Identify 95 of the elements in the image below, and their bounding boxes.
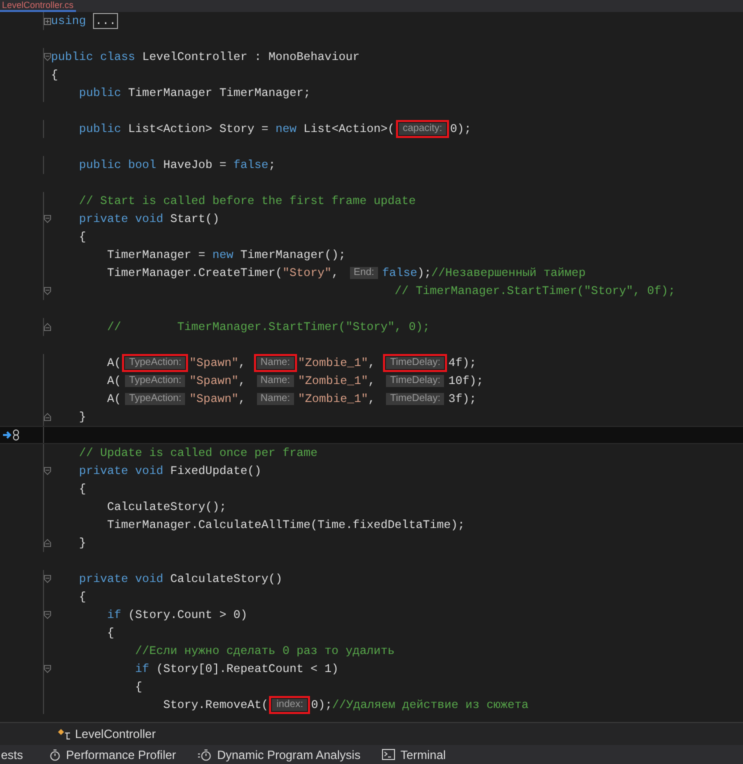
code-comment: // TimerManager.StartTimer("Story", 0); xyxy=(106,319,430,336)
string-literal: "Story" xyxy=(282,265,332,282)
code-text: , xyxy=(368,373,376,390)
code-text: , xyxy=(332,265,340,282)
code-text: , xyxy=(238,373,247,390)
code-keyword: class xyxy=(99,49,136,66)
code-text: ; xyxy=(268,157,276,174)
code-text: TimerManager TimerManager; xyxy=(127,85,311,102)
code-keyword: false xyxy=(382,265,418,282)
code-text: 0); xyxy=(311,697,332,714)
code-text: List<Action>( xyxy=(302,121,395,138)
parameter-hint: index: xyxy=(269,696,310,714)
code-text: , xyxy=(238,355,247,372)
string-literal: "Spawn" xyxy=(189,391,239,408)
code-text: { xyxy=(106,625,114,642)
code-keyword: public xyxy=(51,49,94,66)
execution-pointer-icon xyxy=(3,429,21,441)
code-text: , xyxy=(368,355,376,372)
parameter-hint: Name: xyxy=(254,354,297,372)
code-keyword: public xyxy=(78,121,122,138)
code-text: TimerManager = xyxy=(106,247,206,264)
code-comment: // Update is called once per frame xyxy=(78,445,318,462)
breadcrumb-item[interactable]: LevelController xyxy=(75,725,156,743)
code-keyword: if xyxy=(134,661,150,678)
code-keyword: using xyxy=(51,13,86,30)
expand-icon[interactable] xyxy=(44,16,51,26)
code-text: } xyxy=(78,409,86,426)
code-text: 10f); xyxy=(448,373,484,390)
code-comment: //Удаляем действие из сюжета xyxy=(332,697,529,714)
file-tab[interactable]: LevelController.cs xyxy=(0,0,76,12)
code-text: LevelController : MonoBehaviour xyxy=(141,49,360,66)
tool-window-tab[interactable]: Dynamic Program Analysis xyxy=(198,745,360,764)
parameter-hint: TimeDelay: xyxy=(383,354,448,372)
code-text: FixedUpdate() xyxy=(169,463,262,480)
string-literal: "Zombie_1" xyxy=(298,373,368,390)
code-text: Story.RemoveAt( xyxy=(162,697,268,714)
code-text: 0); xyxy=(450,121,472,138)
stopwatch-icon xyxy=(198,748,212,760)
code-text: } xyxy=(78,535,86,552)
code-text: { xyxy=(78,481,86,498)
code-keyword: new xyxy=(275,121,296,138)
class-icon xyxy=(57,728,71,740)
code-text: CalculateStory(); xyxy=(106,499,226,516)
code-keyword: private void xyxy=(78,571,164,588)
tool-window-tab[interactable]: ests xyxy=(1,745,24,764)
code-text: { xyxy=(78,229,86,246)
string-literal: "Zombie_1" xyxy=(298,391,368,408)
collapse-icon[interactable] xyxy=(44,52,51,62)
code-text: HaveJob = xyxy=(162,157,228,174)
code-comment: //Незавершенный таймер xyxy=(431,265,586,282)
code-text: ); xyxy=(417,265,432,282)
tool-window-tab[interactable]: Terminal xyxy=(382,745,446,764)
code-keyword: public xyxy=(78,85,122,102)
string-literal: "Spawn" xyxy=(189,355,239,372)
code-text: A( xyxy=(106,373,122,390)
collapse-icon[interactable] xyxy=(44,574,51,584)
code-text: Start() xyxy=(169,211,220,228)
collapsed-region[interactable]: ... xyxy=(93,13,118,29)
code-keyword: private void xyxy=(78,211,164,228)
tool-window-tab[interactable]: Performance Profiler xyxy=(49,745,176,764)
code-text: { xyxy=(51,67,58,84)
code-comment: // TimerManager.StartTimer("Story", 0f); xyxy=(394,283,676,300)
terminal-icon xyxy=(382,749,396,760)
stopwatch-icon xyxy=(49,748,62,760)
collapse-icon[interactable] xyxy=(44,214,51,224)
code-text: A( xyxy=(106,355,122,372)
code-text: (Story.Count > 0) xyxy=(127,607,248,624)
code-keyword: new xyxy=(212,247,234,264)
collapse-icon[interactable] xyxy=(44,664,51,674)
parameter-hint: capacity: xyxy=(396,120,450,138)
parameter-hint: TypeAction: xyxy=(122,354,188,372)
string-literal: "Spawn" xyxy=(189,373,239,390)
code-comment: // Start is called before the first frame update xyxy=(78,193,416,210)
code-keyword: if xyxy=(106,607,122,624)
code-keyword: false xyxy=(233,157,268,174)
code-text: { xyxy=(78,589,86,606)
collapse-icon[interactable] xyxy=(44,466,51,476)
code-text: 4f); xyxy=(448,355,476,372)
code-keyword: public bool xyxy=(78,157,156,174)
code-text: , xyxy=(238,391,247,408)
code-text: CalculateStory() xyxy=(169,571,282,588)
code-keyword: private void xyxy=(78,463,164,480)
code-text: TimerManager.CalculateAllTime(Time.fixedDeltaTime); xyxy=(106,517,465,534)
code-text: TimerManager.CreateTimer( xyxy=(106,265,282,282)
collapse-icon[interactable] xyxy=(44,286,51,296)
code-text: List<Action> Story = xyxy=(127,121,270,138)
code-text: (Story[0].RepeatCount < 1) xyxy=(155,661,339,678)
code-text: A( xyxy=(106,391,122,408)
code-text: TimerManager(); xyxy=(239,247,346,264)
collapse-icon[interactable] xyxy=(44,610,51,620)
string-literal: "Zombie_1" xyxy=(298,355,368,372)
code-text: , xyxy=(368,391,376,408)
code-comment: //Если нужно сделать 0 раз то удалить xyxy=(134,643,395,660)
code-text: { xyxy=(134,679,142,696)
code-text: 3f); xyxy=(448,391,476,408)
